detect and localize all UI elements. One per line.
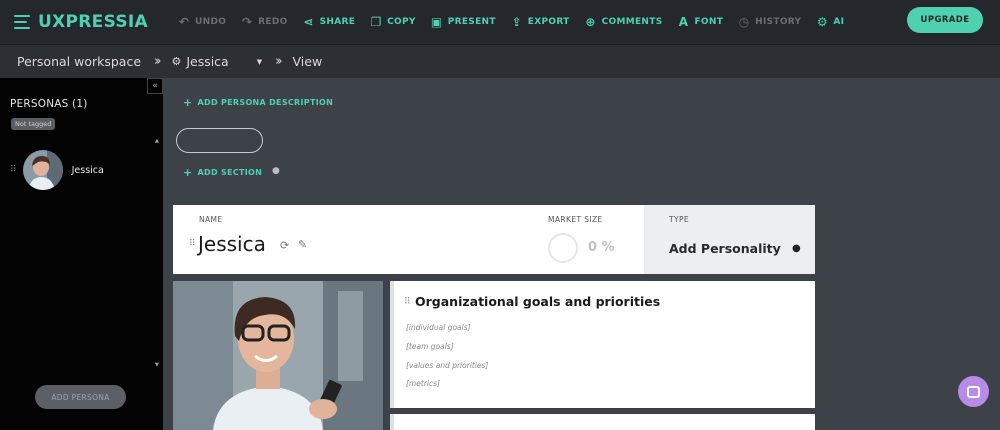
redo-button[interactable]: ↷ REDO <box>241 15 287 29</box>
comments-label: COMMENTS <box>601 17 663 27</box>
ai-button[interactable]: ⚙ AI <box>816 15 844 29</box>
persona-name-field[interactable]: Jessica <box>198 232 266 256</box>
undo-button[interactable]: ↶ UNDO <box>178 15 226 29</box>
caret-down-icon[interactable]: ▼ <box>257 58 262 66</box>
pencil-icon[interactable]: ✎ <box>298 238 307 251</box>
present-button[interactable]: ▣ PRESENT <box>431 15 496 29</box>
gear-icon[interactable]: ⚙ <box>171 55 181 68</box>
add-persona-button[interactable]: ADD PERSONA <box>35 385 126 409</box>
redo-icon: ↷ <box>241 15 253 29</box>
breadcrumb-persona[interactable]: Jessica <box>186 54 228 69</box>
font-label: FONT <box>694 17 724 27</box>
present-label: PRESENT <box>447 17 496 27</box>
chevron-double-right-icon: ›› <box>154 54 162 69</box>
plus-icon: + <box>183 96 193 109</box>
tag-pill[interactable] <box>176 128 263 153</box>
tag-filter[interactable]: Not tagged <box>11 118 56 130</box>
copy-label: COPY <box>387 17 416 27</box>
font-button[interactable]: A FONT <box>677 15 723 29</box>
add-section-link[interactable]: + ADD SECTION <box>183 166 262 179</box>
add-persona-description-link[interactable]: + ADD PERSONA DESCRIPTION <box>183 96 333 109</box>
drag-handle-icon[interactable]: ⠿ <box>189 239 196 249</box>
present-icon: ▣ <box>430 15 443 29</box>
section-item[interactable]: [individual goals] <box>406 323 471 332</box>
section-item[interactable]: [team goals] <box>406 342 454 351</box>
history-label: HISTORY <box>755 17 802 27</box>
add-description-label: ADD PERSONA DESCRIPTION <box>197 98 334 107</box>
market-size-chart[interactable] <box>548 233 578 263</box>
personas-title: PERSONAS (1) <box>10 98 88 110</box>
breadcrumb-mode[interactable]: View <box>293 54 323 69</box>
scroll-down-icon[interactable]: ▼ <box>155 362 159 368</box>
history-button[interactable]: ◷ HISTORY <box>738 15 801 29</box>
ai-chip-icon: ⚙ <box>816 15 828 29</box>
share-label: SHARE <box>319 17 356 27</box>
name-label: NAME <box>199 215 223 224</box>
section-item[interactable]: [metrics] <box>406 379 440 388</box>
share-button[interactable]: ⋖ SHARE <box>303 15 356 29</box>
logo-text: UXPRESSIA <box>38 12 148 32</box>
export-button[interactable]: ⇪ EXPORT <box>511 15 570 29</box>
scroll-up-icon[interactable]: ▲ <box>155 138 159 144</box>
personas-sidebar: « PERSONAS (1) Not tagged ▲ ⠿ Jessica ▼ … <box>0 78 163 430</box>
persona-photo[interactable] <box>173 281 383 430</box>
undo-label: UNDO <box>195 17 227 27</box>
undo-icon: ↶ <box>178 15 190 29</box>
ai-label: AI <box>833 17 845 27</box>
type-value[interactable]: Add Personality <box>669 241 781 256</box>
breadcrumb: Personal workspace ›› ⚙ Jessica ▼ ›› Vie… <box>0 44 1000 78</box>
redo-label: REDO <box>258 17 288 27</box>
persona-header-card: NAME ⠿ Jessica ⟳ ✎ MARKET SIZE 0 % TYPE … <box>173 205 815 274</box>
market-size-label: MARKET SIZE <box>548 215 603 224</box>
logo[interactable]: UXPRESSIA <box>14 12 164 32</box>
persona-name: Jessica <box>71 164 104 176</box>
add-section-label: ADD SECTION <box>197 168 263 177</box>
export-icon: ⇪ <box>511 15 522 29</box>
drag-handle-icon[interactable]: ⠿ <box>404 297 411 307</box>
market-size-value[interactable]: 0 % <box>588 240 615 255</box>
top-bar: UXPRESSIA ↶ UNDO ↷ REDO ⋖ SHARE ❐ COPY ▣ PRES… <box>0 0 1000 44</box>
toolbar: ↶ UNDO ↷ REDO ⋖ SHARE ❐ COPY ▣ PRESENT ⇪ EXPOR… <box>178 15 859 29</box>
refresh-icon[interactable]: ⟳ <box>280 239 289 252</box>
chat-icon <box>967 385 980 398</box>
lightbulb-icon[interactable]: ● <box>272 166 280 176</box>
section-card[interactable] <box>390 414 815 430</box>
share-icon: ⋖ <box>303 15 314 29</box>
copy-button[interactable]: ❐ COPY <box>370 15 416 29</box>
chat-launcher-button[interactable] <box>958 376 989 407</box>
menu-icon <box>14 15 30 29</box>
plus-icon: + <box>183 166 193 179</box>
drag-handle-icon[interactable]: ⠿ <box>10 165 17 175</box>
font-icon: A <box>678 15 689 29</box>
upgrade-button[interactable]: UPGRADE <box>907 7 983 33</box>
collapse-sidebar-icon[interactable]: « <box>147 78 163 94</box>
copy-icon: ❐ <box>370 15 382 29</box>
lightbulb-icon[interactable]: ● <box>792 243 801 254</box>
section-item[interactable]: [values and priorities] <box>406 361 488 370</box>
comments-button[interactable]: ⊕ COMMENTS <box>585 15 663 29</box>
persona-list-item[interactable]: ⠿ Jessica <box>10 150 104 190</box>
breadcrumb-workspace[interactable]: Personal workspace <box>17 54 141 69</box>
export-label: EXPORT <box>527 17 570 27</box>
section-card[interactable]: ⠿ Organizational goals and priorities [i… <box>390 281 815 408</box>
history-icon: ◷ <box>738 15 750 29</box>
type-label: TYPE <box>669 215 690 224</box>
section-title[interactable]: Organizational goals and priorities <box>415 294 660 309</box>
type-box[interactable]: TYPE Add Personality ● <box>644 205 815 274</box>
chevron-double-right-icon: ›› <box>275 54 283 69</box>
comments-icon: ⊕ <box>585 15 596 29</box>
avatar <box>22 150 63 190</box>
